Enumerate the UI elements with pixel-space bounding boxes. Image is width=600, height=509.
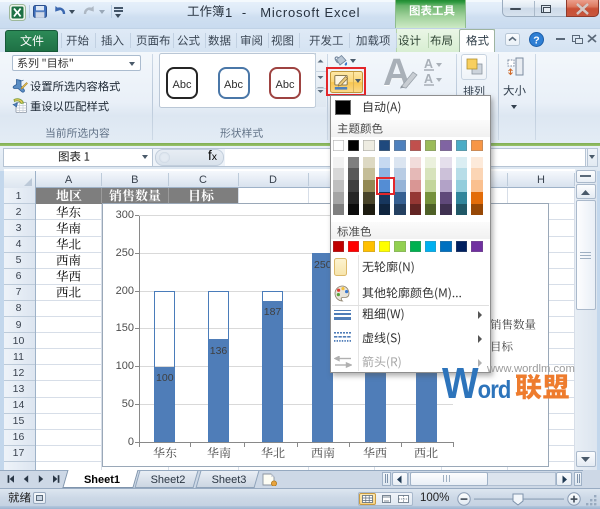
svg-text:?: ? xyxy=(533,34,539,46)
